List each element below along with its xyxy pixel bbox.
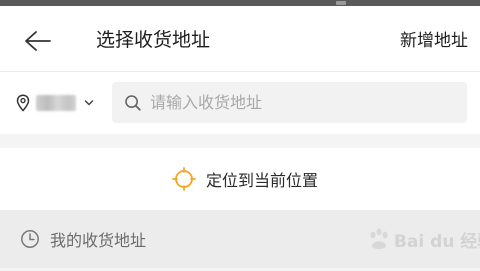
section-title: 我的收货地址 xyxy=(50,231,147,250)
page-title: 选择收货地址 xyxy=(96,29,211,51)
add-address-button[interactable]: 新增地址 xyxy=(400,28,468,54)
baidu-paw-logo xyxy=(370,228,388,249)
back-button[interactable] xyxy=(20,24,54,58)
watermark: Bai du 经验 xyxy=(366,222,480,256)
search-icon xyxy=(125,94,141,111)
locate-target-icon xyxy=(172,167,196,191)
top-nav-bar: 选择收货地址 新增地址 xyxy=(0,6,480,72)
city-name xyxy=(36,95,76,111)
locate-label: 定位到当前位置 xyxy=(205,171,318,190)
locate-current-position-button[interactable]: 定位到当前位置 xyxy=(0,148,480,210)
search-field[interactable] xyxy=(112,82,467,123)
city-selector[interactable] xyxy=(16,88,106,118)
search-input[interactable] xyxy=(150,87,450,118)
search-bar xyxy=(0,72,480,134)
chevron-down-icon xyxy=(84,99,94,107)
watermark-text: Bai du 经验 xyxy=(394,231,480,252)
locate-content: 定位到当前位置 xyxy=(172,167,318,191)
clock-icon xyxy=(21,230,39,248)
address-picker-screen: 选择收货地址 新增地址 请输入收货地址 定位到当前位置 我的收货地址 Bai d… xyxy=(0,0,480,271)
arrow-left-icon xyxy=(25,31,51,51)
location-pin-icon xyxy=(16,94,30,112)
